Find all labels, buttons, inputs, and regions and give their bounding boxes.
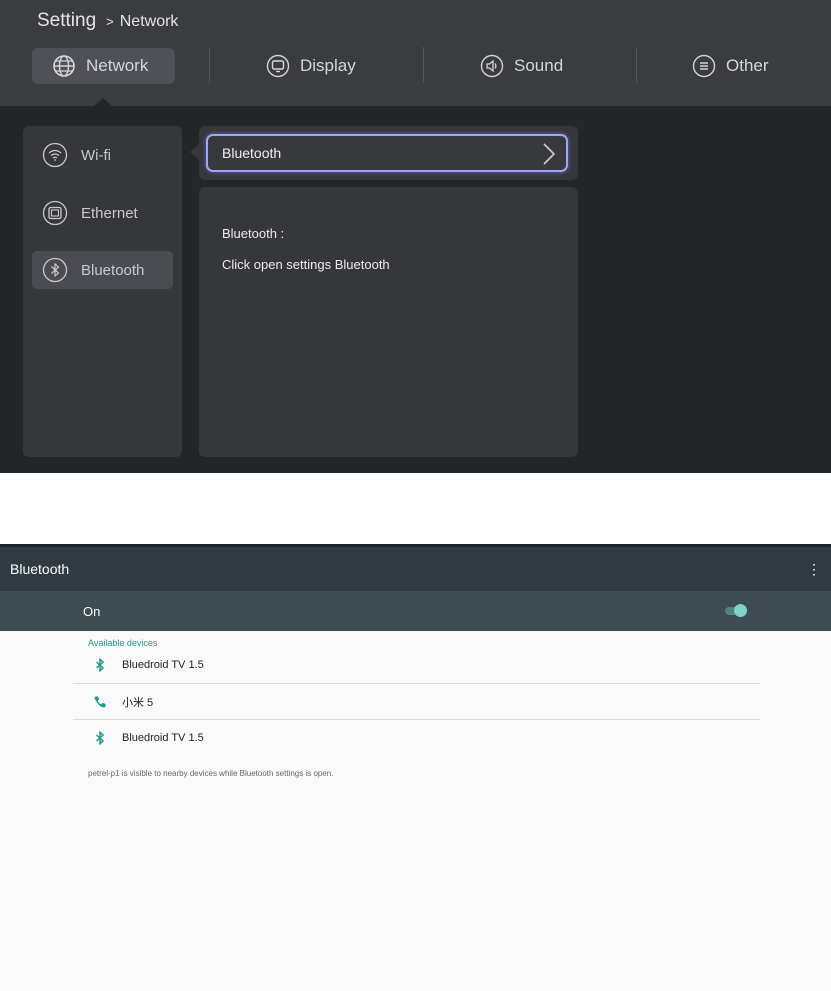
bluetooth-icon [42,257,68,283]
breadcrumb: Setting > Network [37,10,178,32]
toggle-knob [734,604,747,617]
tab-label: Network [86,56,149,75]
tv-header: Setting > Network Network Display Sound … [0,0,831,106]
device-name: Bluedroid TV 1.5 [122,732,204,744]
sidebar-item-wifi[interactable]: Wi-fi [32,136,173,174]
bluetooth-row-container: Bluetooth [199,126,578,180]
wifi-icon [42,142,68,168]
speaker-icon [480,54,504,78]
sidebar-pointer [190,144,199,160]
overflow-menu-icon[interactable]: ⋮ [807,561,821,578]
sidebar-item-label: Ethernet [81,204,138,222]
bluetooth-toggle-switch[interactable] [725,602,747,620]
bluetooth-settings-row[interactable]: Bluetooth [206,134,568,172]
bluetooth-row-label: Bluetooth [222,145,282,161]
sidebar-item-label: Bluetooth [81,261,145,279]
page-title: Bluetooth [10,561,70,577]
tv-settings-screen: Setting > Network Network Display Sound … [0,0,831,473]
network-sidebar: Wi-fi Ethernet Bluetooth [23,126,182,457]
info-title: Bluetooth : [222,226,285,241]
tab-divider [636,47,637,83]
active-tab-pointer [94,98,112,106]
tab-label: Sound [514,56,564,75]
bluetooth-toggle-bar[interactable]: On [0,591,831,631]
tab-divider [423,47,424,83]
android-bluetooth-screen: Bluetooth ⋮ On Available devices Bluedro… [0,544,831,991]
bluetooth-info-panel: Bluetooth : Click open settings Bluetoot… [199,187,578,457]
device-name: Bluedroid TV 1.5 [122,659,204,671]
tab-other[interactable]: Other [692,48,769,84]
app-bar: Bluetooth ⋮ [0,544,831,591]
tab-divider [209,47,210,83]
tab-network[interactable]: Network [32,48,175,84]
device-row[interactable]: 小米 5 [73,684,760,720]
sidebar-item-label: Wi-fi [81,146,111,164]
phone-icon [94,696,106,708]
display-icon [266,54,290,78]
tab-sound[interactable]: Sound [480,48,563,84]
device-row[interactable]: Bluedroid TV 1.5 [73,647,760,683]
tab-label: Display [300,56,356,75]
ethernet-icon [42,200,68,226]
chevron-right-icon [543,143,556,165]
info-description: Click open settings Bluetooth [222,257,390,272]
device-name: 小米 5 [122,697,154,709]
menu-circle-icon [692,54,716,78]
sidebar-item-bluetooth[interactable]: Bluetooth [32,251,173,289]
bluetooth-icon [95,658,105,672]
tab-display[interactable]: Display [266,48,356,84]
globe-icon [53,55,75,77]
tab-label: Other [726,56,769,75]
sidebar-item-ethernet[interactable]: Ethernet [32,194,173,232]
toggle-label: On [83,604,101,619]
breadcrumb-current: Network [119,13,179,30]
breadcrumb-root[interactable]: Setting [37,10,96,31]
visibility-note: petrel-p1 is visible to nearby devices w… [88,769,334,778]
bluetooth-icon [95,731,105,745]
breadcrumb-separator: > [106,14,114,29]
device-row[interactable]: Bluedroid TV 1.5 [73,720,760,756]
